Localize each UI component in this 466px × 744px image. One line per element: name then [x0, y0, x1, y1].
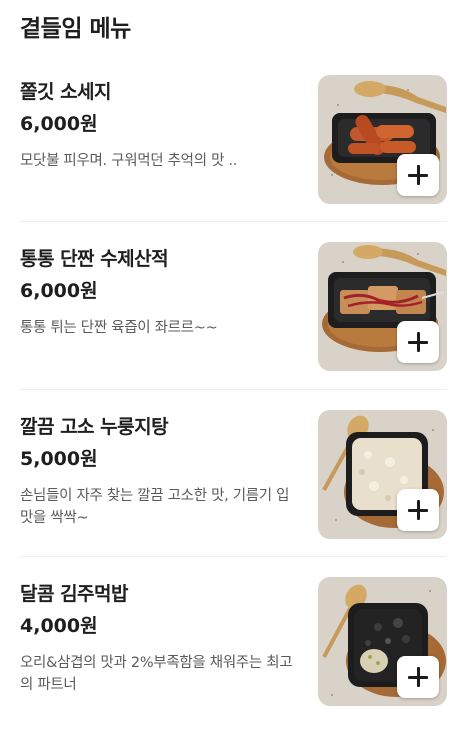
menu-item-price: 6,000원	[20, 280, 98, 302]
add-to-cart-button[interactable]	[397, 489, 439, 531]
menu-item-name: 깔끔 고소 누룽지탕	[20, 416, 169, 438]
menu-item-name: 쫄깃 소세지	[20, 81, 112, 103]
add-to-cart-button[interactable]	[397, 321, 439, 363]
menu-item-seaweed-rice-ball[interactable]: 달콤 김주먹밥 4,000원 오리&삼겹의 맛과 2%부족함을 채워주는 최고의…	[0, 577, 466, 744]
menu-item-description: 손님들이 자주 찾는 깔끔 고소한 맛, 기름기 입 맛을 싹싹~	[20, 488, 290, 526]
menu-item-description: 오리&삼겹의 맛과 2%부족함을 채워주는 최고의 파트너	[20, 655, 293, 693]
menu-item-name: 달콤 김주먹밥	[20, 583, 129, 605]
menu-item-price: 4,000원	[20, 615, 98, 637]
plus-icon	[408, 332, 428, 352]
menu-item-photo-seaweed-rice-ball	[318, 577, 447, 706]
add-to-cart-button[interactable]	[397, 656, 439, 698]
menu-item-price: 6,000원	[20, 113, 98, 135]
divider	[20, 221, 446, 222]
divider	[20, 556, 446, 557]
menu-item-skewer[interactable]: 통통 단짠 수제산적 6,000원 통통 튀는 단짠 육즙이 좌르르~~	[0, 242, 466, 409]
plus-icon	[408, 667, 428, 687]
add-to-cart-button[interactable]	[397, 154, 439, 196]
menu-item-photo-rice-soup	[318, 410, 447, 539]
menu-item-photo-sausage	[318, 75, 447, 204]
menu-item-name: 통통 단짠 수제산적	[20, 248, 169, 270]
menu-item-sausage[interactable]: 쫄깃 소세지 6,000원 모닷불 피우며. 구워먹던 추억의 맛 ..	[0, 75, 466, 242]
plus-icon	[408, 500, 428, 520]
menu-item-photo-skewer	[318, 242, 447, 371]
menu-item-rice-soup[interactable]: 깔끔 고소 누룽지탕 5,000원 손님들이 자주 찾는 깔끔 고소한 맛, 기…	[0, 410, 466, 577]
menu-item-price: 5,000원	[20, 448, 98, 470]
divider	[20, 389, 446, 390]
menu-item-description: 모닷불 피우며. 구워먹던 추억의 맛 ..	[20, 153, 238, 169]
menu-item-description: 통통 튀는 단짠 육즙이 좌르르~~	[20, 320, 218, 336]
section-title: 곁들임 메뉴	[20, 16, 131, 42]
plus-icon	[408, 165, 428, 185]
